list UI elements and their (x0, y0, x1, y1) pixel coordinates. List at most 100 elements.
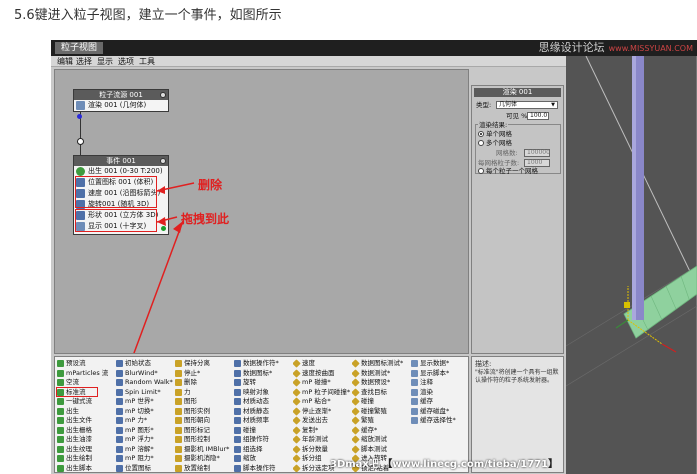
depot-operator-item[interactable]: mP 世界* (116, 397, 176, 407)
single-mesh-radio[interactable] (478, 131, 484, 137)
depot-operator-item[interactable]: 力 (175, 388, 235, 398)
depot-operator-item[interactable]: 缩放 (234, 454, 294, 464)
operator-icon (175, 369, 182, 377)
depot-operator-item[interactable]: 出生纹理 (57, 445, 117, 455)
depot-operator-item[interactable]: Spin Limit* (116, 388, 176, 398)
menu-edit[interactable]: 编辑 (57, 56, 73, 67)
screenshot-root: 5.6键进入粒子视图，建立一个事件，如图所示 粒子视图 思缘设计论坛 www.MI… (0, 0, 697, 474)
depot-operator-item[interactable]: 数据测试* (352, 369, 412, 379)
menu-display[interactable]: 显示 (97, 56, 113, 67)
depot-operator-item[interactable]: mP 粒子间碰撞* (293, 388, 353, 398)
depot-operator-item[interactable]: 年龄测试 (293, 435, 353, 445)
depot-operator-item[interactable]: 速度按曲面 (293, 369, 353, 379)
depot-operator-item[interactable]: 缓存 (411, 397, 468, 407)
depot-operator-item[interactable]: 停止逐渐* (293, 407, 353, 417)
depot-operator-item[interactable]: 预设流 (57, 359, 117, 369)
each-particle-radio[interactable] (478, 168, 484, 174)
depot-operator-item[interactable]: 出生栅格 (57, 426, 117, 436)
depot-operator-item[interactable]: mP 碰撞* (293, 378, 353, 388)
depot-operator-item[interactable]: 一键式流 (57, 397, 117, 407)
gizmo-handle[interactable] (624, 302, 630, 308)
operator-label: 速度 (302, 359, 315, 367)
menu-select[interactable]: 选择 (76, 56, 92, 67)
depot-operator-item[interactable]: mP 图形* (116, 426, 176, 436)
depot-operator-item[interactable]: 出生 (57, 407, 117, 417)
depot-operator-item[interactable]: 拆分数量 (293, 445, 353, 455)
depot-operator-item[interactable]: mP 切换* (116, 407, 176, 417)
depot-operator-item[interactable]: 碰撞 (234, 426, 294, 436)
depot-operator-item[interactable]: 位置图标 (116, 464, 176, 473)
depot-operator-item[interactable]: mParticles 流 (57, 369, 117, 379)
depot-operator-item[interactable]: 显示数据* (411, 359, 468, 369)
depot-operator-item[interactable]: 出生脚本 (57, 464, 117, 473)
render-rollout-header[interactable]: 渲染 001 (474, 88, 561, 97)
depot-operator-item[interactable]: 材质频率 (234, 416, 294, 426)
depot-operator-item[interactable]: BlurWind* (116, 369, 176, 379)
depot-operator-item[interactable]: 图形控制 (175, 435, 235, 445)
depot-operator-item[interactable]: 脚本测试 (352, 445, 412, 455)
depot-operator-item[interactable]: 缓存磁盘* (411, 407, 468, 417)
operator-icon (293, 378, 301, 387)
depot-operator-item[interactable]: 出生油漆 (57, 435, 117, 445)
depot-operator-item[interactable]: 摄影机消隐* (175, 454, 235, 464)
depot-operator-item[interactable]: Random Walk* (116, 378, 176, 388)
depot-operator-item[interactable]: 复制* (293, 426, 353, 436)
depot-operator-item[interactable]: 发送出去 (293, 416, 353, 426)
menu-options[interactable]: 选项 (118, 56, 134, 67)
depot-operator-item[interactable]: mP 浮力* (116, 435, 176, 445)
operator-label: 发送出去 (302, 416, 328, 424)
particle-graph-canvas[interactable]: 粒子流源 001 渲染 001 (几何体) 事件 001 出生 001 (0-3… (54, 69, 469, 354)
visible-percent-field[interactable]: 100.0 (527, 112, 549, 120)
operator-icon (411, 407, 418, 415)
depot-operator-item[interactable]: 图形朝向 (175, 416, 235, 426)
depot-operator-item[interactable]: 组操作符 (234, 435, 294, 445)
depot-operator-item[interactable]: 初始状态 (116, 359, 176, 369)
depot-operator-item[interactable]: 组选择 (234, 445, 294, 455)
depot-operator-item[interactable]: 缩放测试 (352, 435, 412, 445)
depot-operator-item[interactable]: 数据操作符* (234, 359, 294, 369)
depot-operator-item[interactable]: 数据预设* (352, 378, 412, 388)
3d-viewport[interactable] (566, 56, 697, 474)
depot-operator-item[interactable]: 数据图标测试* (352, 359, 412, 369)
operator-icon (234, 464, 241, 472)
depot-operator-item[interactable]: 保持分离 (175, 359, 235, 369)
depot-operator-item[interactable]: 旋转 (234, 378, 294, 388)
depot-operator-item[interactable]: 材质动态 (234, 397, 294, 407)
depot-operator-item[interactable]: 查找目标 (352, 388, 412, 398)
depot-operator-item[interactable]: 摄影机 IMBlur* (175, 445, 235, 455)
depot-operator-item[interactable]: mP 力* (116, 416, 176, 426)
menu-tools[interactable]: 工具 (139, 56, 155, 67)
depot-operator-item[interactable]: 图形 (175, 397, 235, 407)
depot-operator-item[interactable]: 材质静态 (234, 407, 294, 417)
depot-operator-item[interactable]: 脚本操作符 (234, 464, 294, 473)
multi-mesh-radio[interactable] (478, 140, 484, 146)
depot-operator-item[interactable]: mP 阻力* (116, 454, 176, 464)
depot-operator-item[interactable]: 繁殖 (352, 416, 412, 426)
depot-operator-item[interactable]: 注释 (411, 378, 468, 388)
depot-operator-item[interactable]: 缓存选择性* (411, 416, 468, 426)
depot-operator-item[interactable]: 显示脚本* (411, 369, 468, 379)
type-dropdown[interactable]: 几何体 ▼ (496, 101, 558, 109)
depot-operator-item[interactable]: 碰撞 (352, 397, 412, 407)
depot-operator-item[interactable]: 出生绘制 (57, 454, 117, 464)
depot-operator-item[interactable]: 碰撞繁殖 (352, 407, 412, 417)
per-mesh-field[interactable]: 1000 (524, 159, 550, 167)
depot-operator-item[interactable]: 放置绘制 (175, 464, 235, 473)
depot-operator-item[interactable]: 缓存* (352, 426, 412, 436)
operator-icon (175, 407, 182, 415)
depot-operator-item[interactable]: 数据图标* (234, 369, 294, 379)
depot-operator-item[interactable]: 出生文件 (57, 416, 117, 426)
depot-operator-item[interactable]: mP 溶解* (116, 445, 176, 455)
operator-label: 缩放测试 (361, 435, 387, 443)
mesh-count-field[interactable]: 100000 (524, 149, 550, 157)
depot-operator-item[interactable]: 渲染 (411, 388, 468, 398)
depot-operator-item[interactable]: 映射对象 (234, 388, 294, 398)
window-title[interactable]: 粒子视图 (55, 42, 104, 54)
render-result-label: 渲染结果: (478, 121, 509, 129)
depot-operator-item[interactable]: mP 粘合* (293, 397, 353, 407)
depot-operator-item[interactable]: 停止* (175, 369, 235, 379)
depot-operator-item[interactable]: 图形标记 (175, 426, 235, 436)
depot-operator-item[interactable]: 速度 (293, 359, 353, 369)
depot-operator-item[interactable]: 删除 (175, 378, 235, 388)
depot-operator-item[interactable]: 图形实例 (175, 407, 235, 417)
